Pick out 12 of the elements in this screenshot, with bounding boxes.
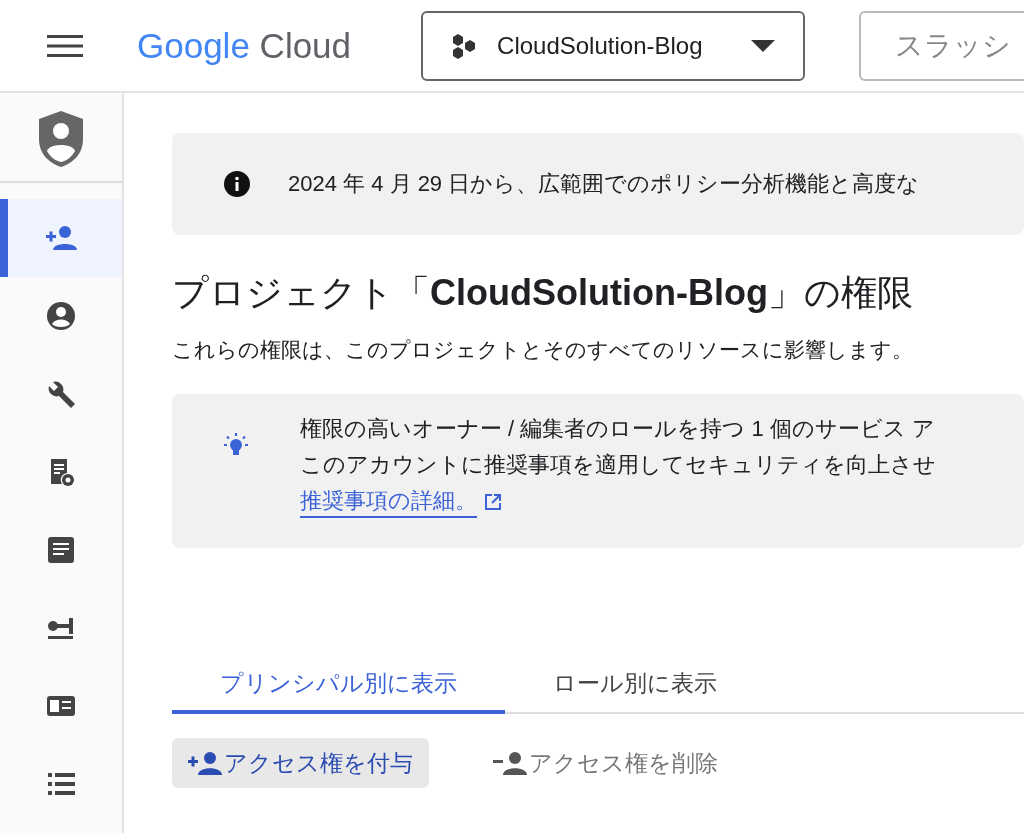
page-title: プロジェクト「CloudSolution-Blog」の権限 xyxy=(172,271,914,315)
recommendation-text: 権限の高いオーナー / 編集者のロールを持つ 1 個のサービス ア xyxy=(300,415,936,443)
tab[interactable]: ロール別に表示 xyxy=(505,656,765,714)
tab[interactable]: プリンシパル別に表示 xyxy=(172,656,505,714)
details-link[interactable]: 推奨事項の詳細。 xyxy=(300,486,477,518)
recommendation-text: このアカウントに推奨事項を適用してセキュリティを向上させ xyxy=(300,451,936,479)
logo[interactable]: Google Cloud xyxy=(137,25,352,66)
page-description: これらの権限は、このプロジェクトとそのすべてのリソースに影響します。 xyxy=(172,337,914,363)
project-picker[interactable]: CloudSolution-Blog xyxy=(421,10,806,81)
search-field[interactable]: スラッシ xyxy=(859,10,1024,81)
notice-text: 2024 年 4 月 29 日から、広範囲でのポリシー分析機能と高度な xyxy=(288,170,920,198)
grant-access-button[interactable]: アクセス権を付与 xyxy=(172,738,429,788)
